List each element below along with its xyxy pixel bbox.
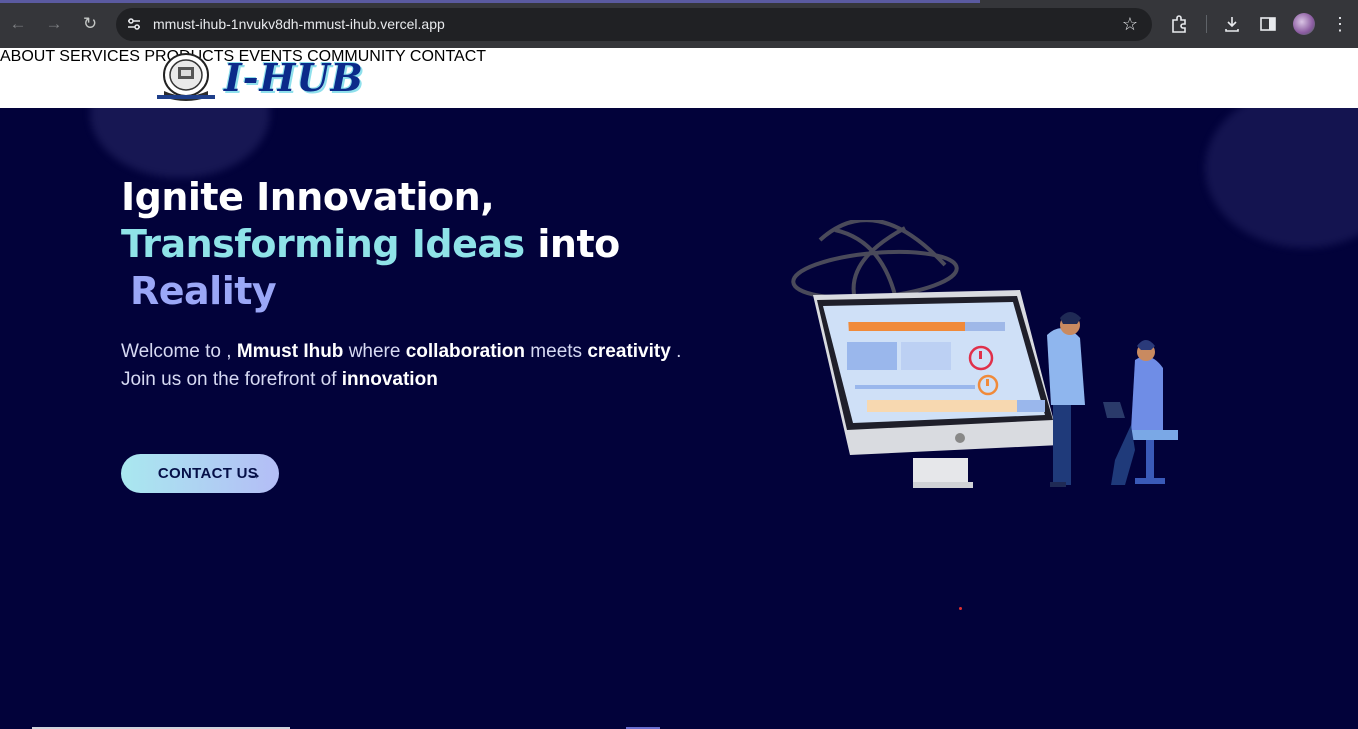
sub-creativity: creativity — [587, 341, 671, 362]
headline-reality: Reality — [130, 269, 277, 313]
side-panel-icon[interactable] — [1258, 14, 1278, 34]
nav-about[interactable]: ABOUT — [0, 48, 55, 65]
more-menu-icon[interactable]: ⋮ — [1331, 12, 1349, 36]
forward-icon[interactable]: → — [42, 12, 66, 36]
hero-section: Ignite Innovation, Transforming Ideas in… — [0, 108, 1358, 729]
hero-illustration — [791, 220, 1178, 488]
site-settings-icon[interactable] — [126, 16, 142, 32]
sub-innovation: innovation — [341, 369, 438, 390]
sub-brand: Mmust Ihub — [236, 341, 344, 362]
nav-contact[interactable]: CONTACT — [410, 48, 486, 65]
brand-logo-text[interactable]: I-HUB — [224, 54, 364, 102]
bookmark-star-icon[interactable]: ☆ — [1122, 13, 1138, 35]
decorative-dot — [959, 607, 962, 610]
sub-text: meets — [525, 341, 588, 362]
cta-label: CONTACT US — [157, 465, 259, 482]
extensions-icon[interactable] — [1169, 14, 1189, 34]
decorative-glow — [1205, 108, 1358, 248]
university-crest-logo[interactable] — [155, 51, 217, 103]
headline-line1: Ignite Innovation, — [121, 175, 495, 219]
address-bar[interactable]: mmust-ihub-1nvukv8dh-mmust-ihub.vercel.a… — [116, 8, 1152, 41]
nav-services[interactable]: SERVICES — [59, 48, 140, 65]
sub-text: Join us on the forefront of — [121, 369, 342, 390]
headline-highlight: Transforming Ideas — [121, 222, 525, 266]
hero-subtitle: Welcome to , Mmust Ihub where collaborat… — [121, 338, 761, 394]
sub-text: Welcome to , — [121, 341, 237, 362]
sub-collaboration: collaboration — [405, 341, 526, 362]
sub-text: where — [343, 341, 406, 362]
contact-us-button[interactable]: CONTACT US → — [121, 454, 279, 493]
download-icon[interactable] — [1222, 14, 1242, 34]
headline-into: into — [524, 222, 620, 266]
toolbar-separator — [1206, 15, 1207, 33]
browser-toolbar: ← → ↻ mmust-ihub-1nvukv8dh-mmust-ihub.ve… — [0, 0, 1358, 48]
sub-text: . — [670, 341, 682, 362]
url-text[interactable]: mmust-ihub-1nvukv8dh-mmust-ihub.vercel.a… — [153, 16, 445, 33]
back-icon[interactable]: ← — [6, 12, 30, 36]
decorative-glow — [90, 108, 270, 178]
reload-icon[interactable]: ↻ — [78, 12, 102, 36]
hero-headline: Ignite Innovation, Transforming Ideas in… — [121, 174, 620, 315]
site-header: I-HUB ABOUT SERVICES PRODUCTS EVENTS COM… — [0, 48, 1358, 108]
profile-avatar[interactable] — [1293, 13, 1315, 35]
tab-strip-edge — [0, 0, 980, 3]
arrow-right-icon: → — [244, 463, 263, 483]
